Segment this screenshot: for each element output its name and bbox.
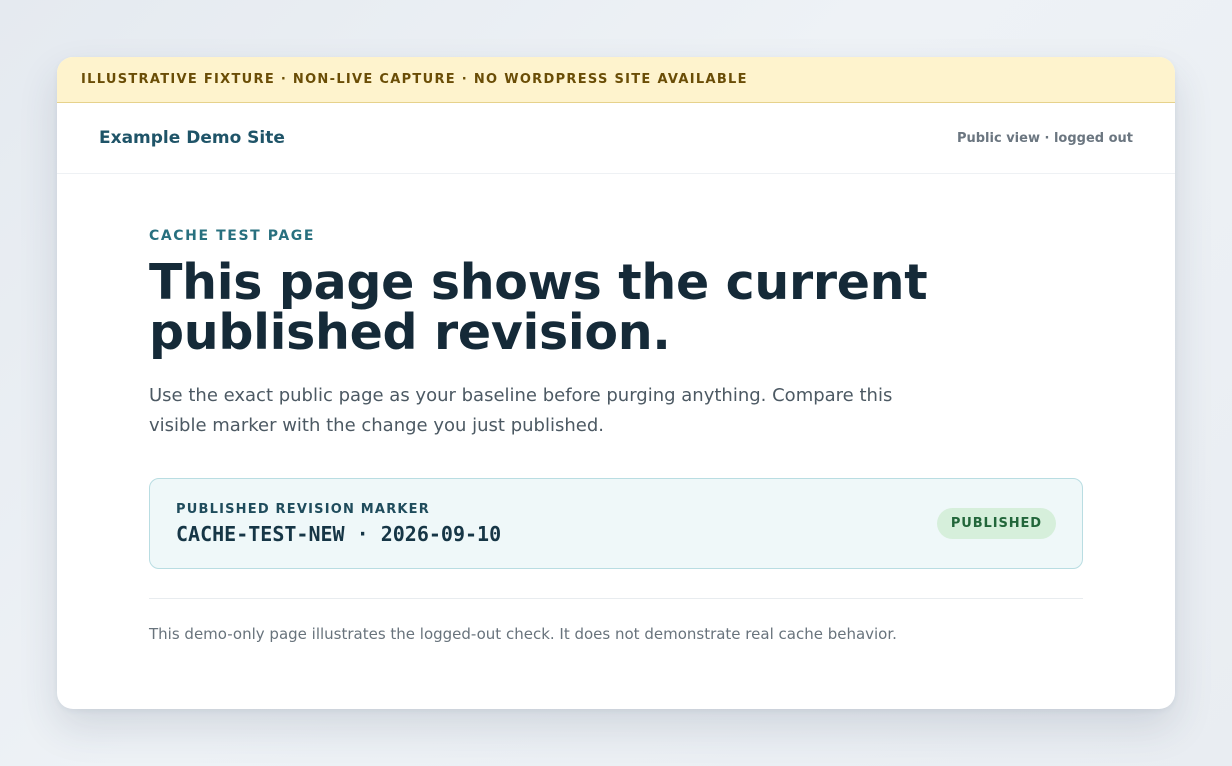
divider <box>149 598 1083 599</box>
revision-marker-text: PUBLISHED REVISION MARKER CACHE-TEST-NEW… <box>176 502 501 546</box>
view-status: Public view · logged out <box>956 130 1133 146</box>
main-content: CACHE TEST PAGE This page shows the curr… <box>57 227 1175 643</box>
fixture-banner: ILLUSTRATIVE FIXTURE · NON-LIVE CAPTURE … <box>57 57 1175 103</box>
page-eyebrow: CACHE TEST PAGE <box>149 228 316 244</box>
revision-marker-value: CACHE-TEST-NEW · 2026-09-10 <box>176 521 502 546</box>
revision-marker-panel: PUBLISHED REVISION MARKER CACHE-TEST-NEW… <box>149 478 1083 569</box>
footnote: This demo-only page illustrates the logg… <box>149 625 897 643</box>
revision-marker-label: PUBLISHED REVISION MARKER <box>176 501 430 517</box>
site-title-link[interactable]: Example Demo Site <box>99 128 285 148</box>
fixture-banner-text: ILLUSTRATIVE FIXTURE · NON-LIVE CAPTURE … <box>81 72 748 87</box>
page-card: ILLUSTRATIVE FIXTURE · NON-LIVE CAPTURE … <box>57 57 1175 709</box>
page-title: This page shows the current published re… <box>149 254 928 361</box>
status-badge: PUBLISHED <box>936 508 1056 539</box>
page-lede: Use the exact public page as your baseli… <box>149 385 893 436</box>
site-header: Example Demo Site Public view · logged o… <box>57 103 1175 174</box>
